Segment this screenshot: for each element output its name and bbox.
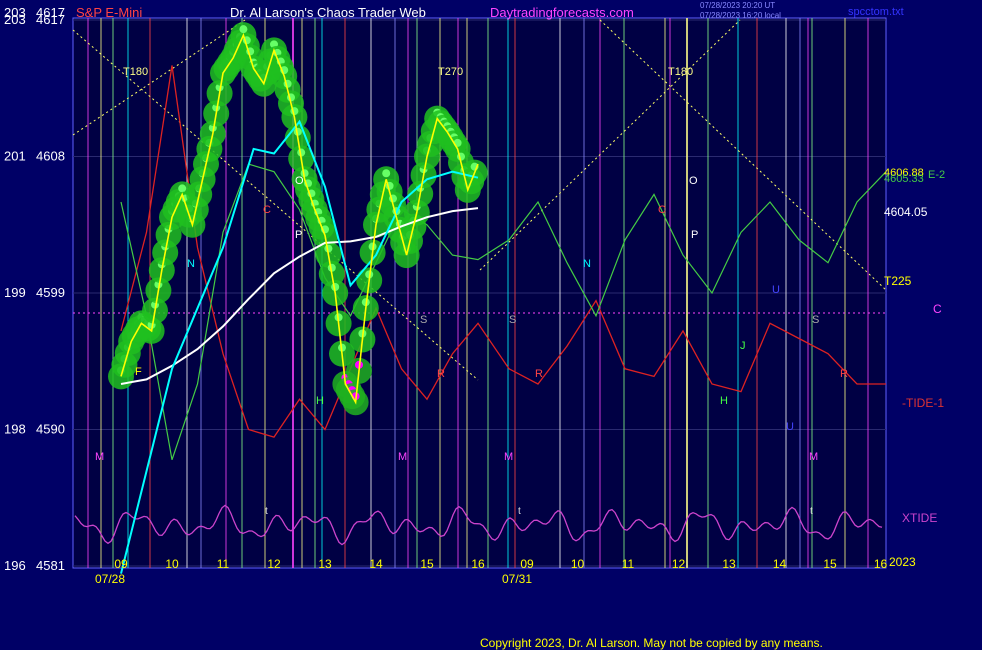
annot-p: P [295,229,302,241]
fc-o: O [689,175,698,187]
header-time-local: 07/28/2023 16:20 local [700,11,781,20]
price-dot [382,169,391,178]
annot-c: C [263,204,271,216]
y-tick-code: 201 [4,149,26,164]
header-code: 203 [4,5,26,20]
date-label: 07/28 [95,572,125,586]
annot-t180: T180 [123,66,148,78]
fc-p: P [691,229,698,241]
price-dot [239,25,248,34]
hour-label: 16 [874,557,888,571]
label-c: C [933,302,942,316]
price-dot [178,184,187,193]
hour-label: 13 [318,557,332,571]
fc-c: C [658,204,666,216]
hour-label: 10 [571,557,585,571]
fc-t180: T180 [668,66,693,78]
fc-m: M [504,451,513,463]
header-time-ut: 07/28/2023 20:20 UT [700,1,775,10]
header-symbol: S&P E-Mini [76,5,142,20]
header-price: 4617 [36,5,65,20]
hour-label: 12 [267,557,281,571]
header-link: Daytradingforecasts.com [490,5,634,20]
hour-label: 14 [773,557,787,571]
copyright-text: Copyright 2023, Dr. Al Larson. May not b… [480,636,823,650]
hour-label: 15 [420,557,434,571]
y-tick-code: 199 [4,285,26,300]
fc-n: N [583,258,591,270]
hour-label: 11 [622,557,635,571]
annot-h: H [316,395,324,407]
fc-s: S [509,314,516,326]
year-label: 2023 [889,555,916,569]
hour-label: 10 [165,557,179,571]
hour-label: 16 [471,557,485,571]
hour-label: 09 [520,557,534,571]
hour-label: 11 [217,557,230,571]
fc-t: t [810,506,813,517]
hour-label: 12 [672,557,686,571]
y-tick-code: 198 [4,422,26,437]
fc-s: S [812,314,819,326]
header-site: Dr. Al Larson's Chaos Trader Web [230,5,426,20]
fc-j: J [740,340,746,352]
fc-u: U [772,284,780,296]
fc-u: U [786,421,794,433]
date-label: 07/31 [502,572,532,586]
y-tick-code: 196 [4,558,26,573]
hour-label: 15 [823,557,837,571]
annot-o: O [295,175,304,187]
fc-t: t [518,506,521,517]
chart: 203 4617201 4608199 4599198 4590196 4581203 46… [4,1,945,586]
hour-label: 13 [722,557,736,571]
label-t225: T225 [884,274,912,288]
hour-label: 09 [114,557,128,571]
y-tick-price: 4599 [36,285,65,300]
annot-t270: T270 [438,66,463,78]
tide-label: -TIDE-1 [902,396,944,410]
y-tick-price: 4590 [36,422,65,437]
fc-r: R [535,368,543,380]
header-file: spcctom.txt [848,6,904,18]
y-tick-price: 4581 [36,558,65,573]
fc-m: M [809,451,818,463]
annot-t: t [265,506,268,517]
fc-h: H [720,395,728,407]
annot-s: S [420,314,427,326]
hour-label: 14 [369,557,383,571]
tag-price-bottom: 4605.33 [884,173,924,185]
xtide-label: XTIDE [902,511,937,525]
e2-label: E-2 [928,169,945,181]
annot-f: F [135,366,142,378]
annot-m: M [398,451,407,463]
fc-r: R [840,368,848,380]
annot-r: R [437,368,445,380]
annot-m: M [95,451,104,463]
current-price-label: 4604.05 [884,205,928,219]
annot-n: N [187,258,195,270]
y-tick-price: 4608 [36,149,65,164]
